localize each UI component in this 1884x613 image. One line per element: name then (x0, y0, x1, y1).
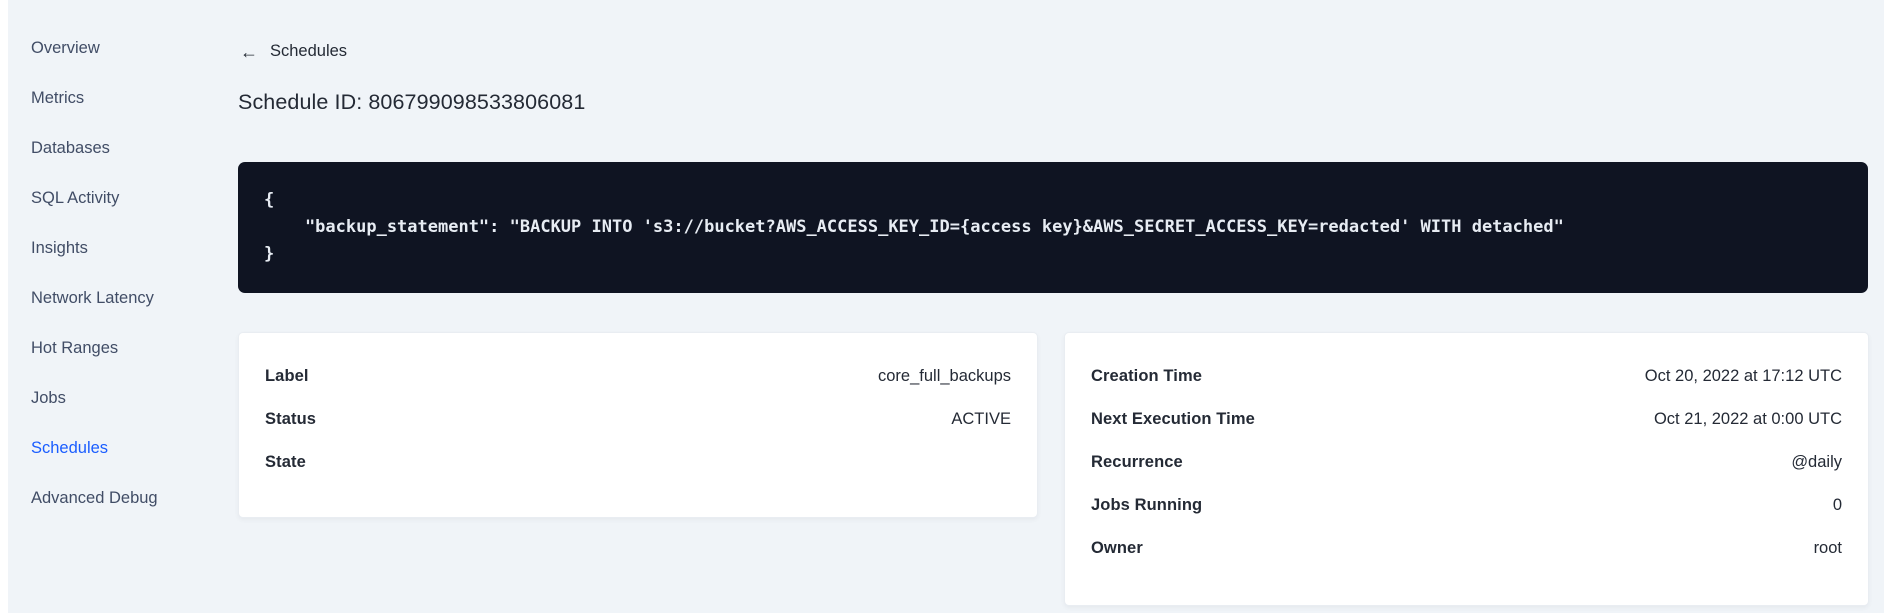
code-line: } (264, 244, 275, 264)
schedule-timing-card: Creation Time Oct 20, 2022 at 17:12 UTC … (1064, 332, 1869, 606)
code-line: "backup_statement": "BACKUP INTO 's3://b… (264, 217, 1564, 237)
sidebar: Overview Metrics Databases SQL Activity … (31, 38, 221, 538)
sidebar-item-hot-ranges[interactable]: Hot Ranges (31, 338, 221, 358)
back-arrow-icon: ← (240, 41, 258, 62)
sidebar-item-advanced-debug[interactable]: Advanced Debug (31, 488, 221, 508)
detail-row-jobs-running: Jobs Running 0 (1091, 495, 1842, 515)
detail-label: Next Execution Time (1091, 409, 1255, 428)
detail-value: root (1813, 538, 1842, 557)
detail-row-status: Status ACTIVE (265, 409, 1011, 429)
detail-label: Creation Time (1091, 366, 1203, 385)
page-title: Schedule ID: 806799098533806081 (238, 90, 586, 114)
detail-value: Oct 20, 2022 at 17:12 UTC (1644, 366, 1842, 385)
schedule-summary-card: Label core_full_backups Status ACTIVE St… (238, 332, 1038, 518)
sidebar-item-schedules[interactable]: Schedules (31, 438, 221, 458)
sidebar-item-sql-activity[interactable]: SQL Activity (31, 188, 221, 208)
backup-statement-code-block: { "backup_statement": "BACKUP INTO 's3:/… (238, 162, 1868, 293)
detail-row-owner: Owner root (1091, 538, 1842, 558)
sidebar-item-network-latency[interactable]: Network Latency (31, 288, 221, 308)
detail-value: Oct 21, 2022 at 0:00 UTC (1653, 409, 1842, 428)
detail-row-state: State (265, 452, 1011, 472)
detail-label: Status (265, 409, 317, 428)
detail-value: ACTIVE (951, 409, 1011, 428)
detail-value: core_full_backups (878, 366, 1011, 385)
sidebar-item-overview[interactable]: Overview (31, 38, 221, 58)
detail-row-label: Label core_full_backups (265, 366, 1011, 386)
sidebar-item-insights[interactable]: Insights (31, 238, 221, 258)
detail-row-recurrence: Recurrence @daily (1091, 452, 1842, 472)
code-line: { (264, 190, 275, 210)
detail-label: Owner (1091, 538, 1143, 557)
detail-value: @daily (1791, 452, 1842, 471)
detail-row-creation-time: Creation Time Oct 20, 2022 at 17:12 UTC (1091, 366, 1842, 386)
schedule-detail-cards: Label core_full_backups Status ACTIVE St… (238, 332, 1869, 606)
detail-label: State (265, 452, 306, 471)
detail-row-next-execution-time: Next Execution Time Oct 21, 2022 at 0:00… (1091, 409, 1842, 429)
sidebar-item-jobs[interactable]: Jobs (31, 388, 221, 408)
page-left-gutter (0, 0, 8, 613)
back-to-schedules-link[interactable]: ← Schedules (240, 42, 347, 61)
detail-label: Label (265, 366, 309, 385)
detail-value: 0 (1832, 495, 1842, 514)
sidebar-item-metrics[interactable]: Metrics (31, 88, 221, 108)
sidebar-item-databases[interactable]: Databases (31, 138, 221, 158)
detail-label: Jobs Running (1091, 495, 1203, 514)
back-link-label: Schedules (270, 42, 348, 60)
detail-label: Recurrence (1091, 452, 1183, 471)
